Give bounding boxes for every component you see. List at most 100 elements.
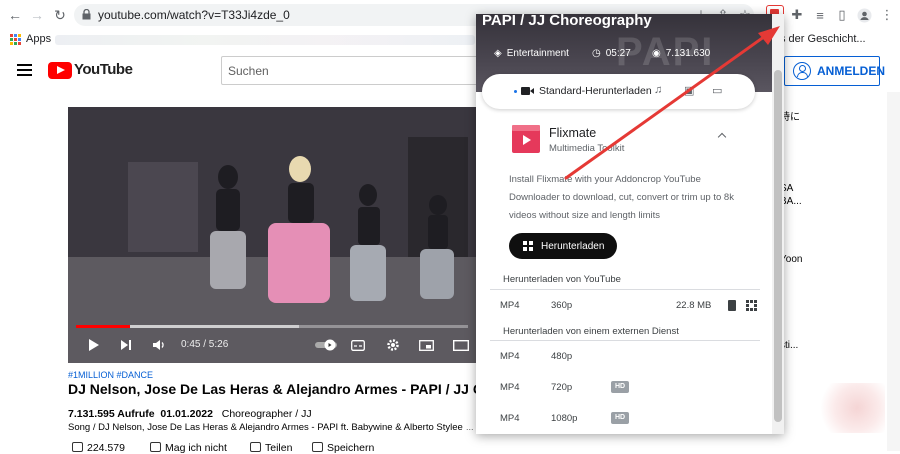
row-size: 22.8 MB [676, 300, 712, 311]
category-stat: ◈ Entertainment [494, 48, 569, 59]
progress-bar[interactable] [76, 325, 468, 328]
cc-subtitles-icon[interactable]: ▭ [712, 84, 722, 97]
youtube-wordmark[interactable]: YouTube [74, 61, 133, 78]
clipboard-icon[interactable] [728, 300, 736, 311]
miniplayer-icon[interactable] [418, 335, 434, 355]
clock-icon: ◷ [592, 48, 601, 59]
theater-mode-icon[interactable] [452, 335, 470, 355]
row-resolution: 720p [551, 382, 573, 393]
views-value: 7.131.630 [665, 48, 711, 59]
time-display: 0:45 / 5:26 [181, 339, 229, 350]
download-row[interactable]: MP4 480p [476, 347, 772, 367]
video-title: DJ Nelson, Jose De Las Heras & Alejandro… [68, 381, 478, 397]
section-youtube-title: Herunterladen von YouTube [503, 274, 621, 285]
row-resolution: 1080p [551, 413, 578, 424]
row-format: MP4 [500, 382, 520, 393]
row-format: MP4 [500, 413, 520, 424]
hamburger-menu-icon[interactable] [17, 64, 32, 76]
puzzle-extensions-icon[interactable]: ✚ [788, 6, 806, 24]
reload-icon[interactable]: ↻ [50, 5, 70, 25]
upload-date: 01.01.2022 [160, 408, 213, 420]
windows-icon [523, 241, 533, 251]
search-input[interactable]: Suchen [221, 56, 481, 85]
forward-icon[interactable]: → [27, 5, 47, 25]
popup-scroll-thumb[interactable] [774, 70, 782, 422]
video-actions: 224.579 Mag ich nicht Teilen Speichern [68, 440, 488, 454]
description-more[interactable]: ... [466, 422, 474, 432]
divider [490, 340, 760, 341]
hd-badge: HD [611, 412, 629, 424]
video-camera-icon[interactable] [521, 87, 534, 95]
views-stat: ◉ 7.131.630 [652, 48, 710, 59]
video-category: Choreographer / JJ [221, 408, 312, 420]
row-resolution: 480p [551, 351, 573, 362]
flixmate-logo-icon [512, 125, 540, 153]
youtube-logo-icon[interactable] [48, 62, 72, 79]
like-count: 224.579 [87, 442, 125, 454]
app-name: Flixmate [549, 126, 597, 140]
tag-icon: ◈ [494, 48, 502, 59]
blurred-bookmarks [55, 35, 475, 45]
image-icon[interactable]: ▣ [684, 84, 694, 97]
volume-icon[interactable] [150, 335, 168, 355]
menu-kebab-icon[interactable]: ⋮ [878, 6, 896, 24]
signin-label: ANMELDEN [817, 64, 885, 78]
section-external-title: Herunterladen von einem externen Dienst [503, 326, 679, 337]
row-resolution: 360p [551, 300, 573, 311]
video-description: Song / DJ Nelson, Jose De Las Heras & Al… [68, 422, 463, 433]
bookmark-item[interactable]: s der Geschicht... [780, 33, 866, 45]
qr-code-icon[interactable] [746, 300, 757, 311]
duration-stat: ◷ 05:27 [592, 48, 631, 59]
page-scrollbar[interactable] [887, 92, 900, 451]
apps-bookmark[interactable]: Apps [26, 33, 51, 45]
lock-icon [82, 9, 91, 20]
next-icon[interactable] [118, 335, 134, 355]
autoplay-toggle[interactable] [314, 335, 340, 355]
signin-button[interactable]: ANMELDEN [784, 56, 885, 86]
progress-fill [76, 325, 131, 328]
download-row[interactable]: MP4 360p 22.8 MB [476, 296, 772, 316]
download-mode-tabs: Standard-Herunterladen ♫ ▣ ▭ [482, 74, 755, 109]
eye-icon: ◉ [652, 48, 661, 59]
buffer-bar [130, 325, 300, 328]
active-tab-dot [514, 90, 517, 93]
app-description: Install Flixmate with your Addoncrop You… [509, 174, 734, 221]
row-format: MP4 [500, 351, 520, 362]
download-button[interactable]: Herunterladen [509, 233, 617, 259]
chevron-up-icon[interactable] [717, 132, 727, 142]
share-button[interactable]: Teilen [250, 442, 292, 454]
side-panel-icon[interactable]: ▯ [833, 6, 851, 24]
media-queue-icon[interactable]: ≡ [811, 6, 829, 24]
video-meta: 7.131.595 Aufrufe 01.01.2022 Choreograph… [68, 408, 312, 420]
settings-gear-icon[interactable] [384, 335, 402, 355]
search-placeholder: Suchen [228, 64, 269, 78]
save-button[interactable]: Speichern [312, 442, 374, 454]
video-stats: ◈ Entertainment ◷ 05:27 ◉ 7.131.630 [494, 48, 764, 62]
url-text: youtube.com/watch?v=T33Ji4zde_0 [98, 8, 290, 22]
duration-value: 05:27 [605, 48, 631, 59]
share-label: Teilen [265, 442, 293, 454]
video-hashtags[interactable]: #1MILLION #DANCE [68, 370, 153, 380]
hd-badge: HD [611, 381, 629, 393]
music-note-icon[interactable]: ♫ [654, 84, 662, 96]
divider [490, 289, 760, 290]
apps-icon[interactable] [10, 34, 21, 45]
video-player[interactable]: 0:45 / 5:26 [68, 107, 476, 363]
thumbnail-fragment [815, 383, 885, 433]
save-label: Speichern [327, 442, 375, 454]
play-icon[interactable] [86, 335, 102, 355]
dislike-button[interactable]: Mag ich nicht [150, 442, 227, 454]
dislike-label: Mag ich nicht [165, 442, 227, 454]
download-row[interactable]: MP4 1080p HD [476, 409, 772, 429]
download-row[interactable]: MP4 720p HD [476, 378, 772, 398]
hero-title: PAPI / JJ Choreography [482, 14, 652, 29]
profile-icon[interactable] [855, 6, 873, 24]
like-button[interactable]: 224.579 [72, 442, 125, 454]
extension-popup: PAPI PAPI / JJ Choreography ◈ Entertainme… [476, 14, 784, 434]
download-label: Herunterladen [541, 240, 605, 252]
subtitles-icon[interactable] [350, 335, 366, 355]
back-icon[interactable]: ← [5, 5, 25, 25]
app-subtitle: Multimedia Toolkit [549, 143, 625, 154]
tab-standard-download[interactable]: Standard-Herunterladen [539, 85, 652, 97]
popup-scrollbar[interactable] [772, 14, 784, 434]
